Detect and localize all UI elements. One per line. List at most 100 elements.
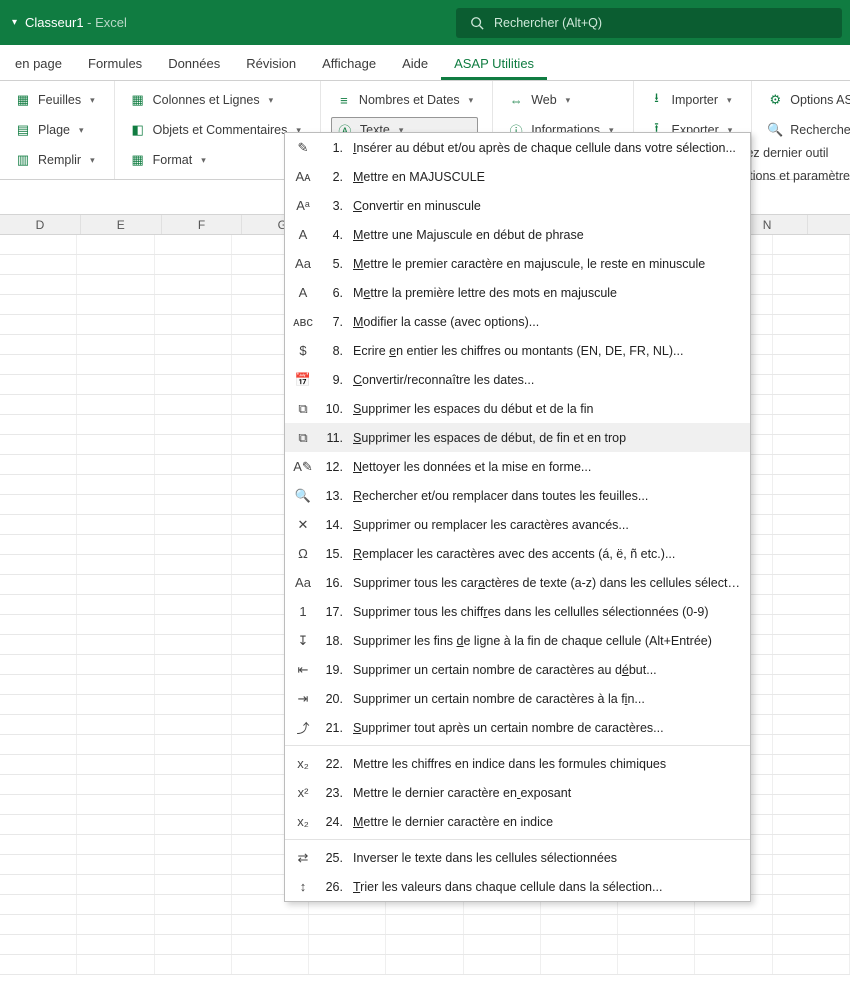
objets-commentaires-button[interactable]: ◧ Objets et Commentaires▾ xyxy=(125,117,306,143)
menu-item-icon: Aa xyxy=(293,254,313,274)
menu-item-number: 9. xyxy=(323,373,343,387)
tab-revision[interactable]: Révision xyxy=(233,48,309,80)
sheets-icon: ▦ xyxy=(15,92,31,108)
menu-item-label: Supprimer tous les chiffres dans les cel… xyxy=(353,605,740,619)
menu-item[interactable]: 🔍13.Rechercher et/ou remplacer dans tout… xyxy=(285,481,750,510)
menu-item[interactable]: x²23.Mettre le dernier caractère en expo… xyxy=(285,778,750,807)
menu-item-number: 10. xyxy=(323,402,343,416)
menu-item-icon: ⤴ xyxy=(293,718,313,738)
tab-page-layout[interactable]: en page xyxy=(2,48,75,80)
col-header[interactable]: D xyxy=(0,215,81,234)
tab-formules[interactable]: Formules xyxy=(75,48,155,80)
menu-item-icon: ⇥ xyxy=(293,689,313,709)
menu-item-label: Supprimer ou remplacer les caractères av… xyxy=(353,518,740,532)
menu-item[interactable]: Aa16.Supprimer tous les caractères de te… xyxy=(285,568,750,597)
menu-item[interactable]: ↧18.Supprimer les fins de ligne à la fin… xyxy=(285,626,750,655)
search-box[interactable]: Rechercher (Alt+Q) xyxy=(456,8,842,38)
menu-item[interactable]: A 6. Mettre la première lettre des mots en… xyxy=(285,278,750,307)
web-button[interactable]: ⇔ Web▾ xyxy=(503,87,618,113)
menu-item-number: 21. xyxy=(323,721,343,735)
menu-separator xyxy=(285,839,750,840)
format-icon: ▦ xyxy=(130,152,146,168)
menu-item[interactable]: ✎1.Insérer au début et/ou après de chaqu… xyxy=(285,133,750,162)
plage-button[interactable]: ▤ Plage▾ xyxy=(10,117,100,143)
options-asap-button[interactable]: ⚙ Options ASAP Utilities▾ xyxy=(762,87,850,113)
menu-item[interactable]: ⧉10.Supprimer les espaces du début et de… xyxy=(285,394,750,423)
tab-affichage[interactable]: Affichage xyxy=(309,48,389,80)
importer-button[interactable]: ⭳ Importer▾ xyxy=(644,87,738,113)
menu-item-label: Convertir en minuscule xyxy=(353,199,740,213)
tab-asap-utilities[interactable]: ASAP Utilities xyxy=(441,48,547,80)
menu-item-label: Ecrire en entier les chiffres ou montant… xyxy=(353,344,740,358)
menu-item[interactable]: 📅 9. Convertir/reconnaître les dates... xyxy=(285,365,750,394)
fill-icon: ▥ xyxy=(15,152,31,168)
menu-item-icon: 1 xyxy=(293,602,313,622)
range-icon: ▤ xyxy=(15,122,31,138)
col-header[interactable]: F xyxy=(162,215,243,234)
menu-item[interactable]: ⇄25.Inverser le texte dans les cellules … xyxy=(285,843,750,872)
menu-item[interactable]: x₂22.Mettre les chiffres en indice dans … xyxy=(285,749,750,778)
feuilles-button[interactable]: ▦ Feuilles▾ xyxy=(10,87,100,113)
overflow-text: rez dernier outil ptions et paramètre xyxy=(742,146,850,183)
menu-item-number: 5. xyxy=(323,257,343,271)
title-left: ▾ Classeur1 - Excel xyxy=(8,15,127,30)
title-bar: ▾ Classeur1 - Excel Rechercher (Alt+Q) xyxy=(0,0,850,45)
menu-item-icon: A xyxy=(293,283,313,303)
menu-item[interactable]: A✎12.Nettoyer les données et la mise en … xyxy=(285,452,750,481)
search-icon xyxy=(470,16,484,30)
menu-item-icon: ↧ xyxy=(293,631,313,651)
menu-item[interactable]: ⇥20.Supprimer un certain nombre de carac… xyxy=(285,684,750,713)
menu-item-label: Mettre les chiffres en indice dans les f… xyxy=(353,757,740,771)
menu-item-label: Mettre une Majuscule en début de phrase xyxy=(353,228,740,242)
menu-item[interactable]: ᴀʙᴄ7.Modifier la casse (avec options)... xyxy=(285,307,750,336)
menu-item-number: 20. xyxy=(323,692,343,706)
nombres-dates-button[interactable]: ≡ Nombres et Dates▾ xyxy=(331,87,478,113)
menu-item[interactable]: $8.Ecrire en entier les chiffres ou mont… xyxy=(285,336,750,365)
tab-donnees[interactable]: Données xyxy=(155,48,233,80)
menu-item-label: Mettre le premier caractère en majuscule… xyxy=(353,257,740,271)
menu-item[interactable]: ↕26.Trier les valeurs dans chaque cellul… xyxy=(285,872,750,901)
menu-item-number: 25. xyxy=(323,851,343,865)
menu-item-icon: 📅 xyxy=(293,370,313,390)
menu-item[interactable]: x₂24.Mettre le dernier caractère en indi… xyxy=(285,807,750,836)
chevron-down-icon[interactable]: ▾ xyxy=(12,17,17,28)
menu-item-label: Supprimer les espaces de début, de fin e… xyxy=(353,431,740,445)
menu-item[interactable]: Aa 5. Mettre le premier caractère en majus… xyxy=(285,249,750,278)
menu-item-icon: ⧉ xyxy=(293,428,313,448)
menu-item-label: Mettre la première lettre des mots en ma… xyxy=(353,286,740,300)
menu-item-number: 18. xyxy=(323,634,343,648)
menu-item[interactable]: A4.Mettre une Majuscule en début de phra… xyxy=(285,220,750,249)
menu-item-icon: Aa xyxy=(293,573,313,593)
menu-item-label: Inverser le texte dans les cellules séle… xyxy=(353,851,740,865)
menu-item-number: 11. xyxy=(323,431,343,445)
menu-item[interactable]: Aᴀ2.Mettre en MAJUSCULE xyxy=(285,162,750,191)
grid-row[interactable] xyxy=(0,935,850,955)
menu-item[interactable]: ✕14.Supprimer ou remplacer les caractère… xyxy=(285,510,750,539)
grid-row[interactable] xyxy=(0,955,850,975)
tab-aide[interactable]: Aide xyxy=(389,48,441,80)
menu-item-label: Supprimer tout après un certain nombre d… xyxy=(353,721,740,735)
menu-item[interactable]: ⧉ 11. Supprimer les espaces de début, de f… xyxy=(285,423,750,452)
menu-item[interactable]: Aᵃ3.Convertir en minuscule xyxy=(285,191,750,220)
menu-item-label: Trier les valeurs dans chaque cellule da… xyxy=(353,880,740,894)
colonnes-lignes-button[interactable]: ▦ Colonnes et Lignes▾ xyxy=(125,87,306,113)
col-header[interactable]: E xyxy=(81,215,162,234)
menu-item-icon: ⧉ xyxy=(293,399,313,419)
menu-item[interactable]: ⤴ 21. Supprimer tout après un certain nomb… xyxy=(285,713,750,742)
gear-icon: ⚙ xyxy=(767,92,783,108)
texte-dropdown-menu: ✎1.Insérer au début et/ou après de chaqu… xyxy=(284,132,751,902)
menu-item[interactable]: ⇤19.Supprimer un certain nombre de carac… xyxy=(285,655,750,684)
menu-separator xyxy=(285,745,750,746)
format-button[interactable]: ▦ Format▾ xyxy=(125,147,306,173)
remplir-button[interactable]: ▥ Remplir▾ xyxy=(10,147,100,173)
objects-comments-icon: ◧ xyxy=(130,122,146,138)
menu-item-number: 4. xyxy=(323,228,343,242)
menu-item-label: Convertir/reconnaître les dates... xyxy=(353,373,740,387)
menu-item[interactable]: 117.Supprimer tous les chiffres dans les… xyxy=(285,597,750,626)
rechercher-lancer-button[interactable]: 🔍 Rechercher et démarrer un xyxy=(762,117,850,143)
menu-item-icon: ᴀʙᴄ xyxy=(293,312,313,332)
menu-item-number: 6. xyxy=(323,286,343,300)
menu-item-number: 3. xyxy=(323,199,343,213)
grid-row[interactable] xyxy=(0,915,850,935)
menu-item[interactable]: Ω15.Remplacer les caractères avec des ac… xyxy=(285,539,750,568)
